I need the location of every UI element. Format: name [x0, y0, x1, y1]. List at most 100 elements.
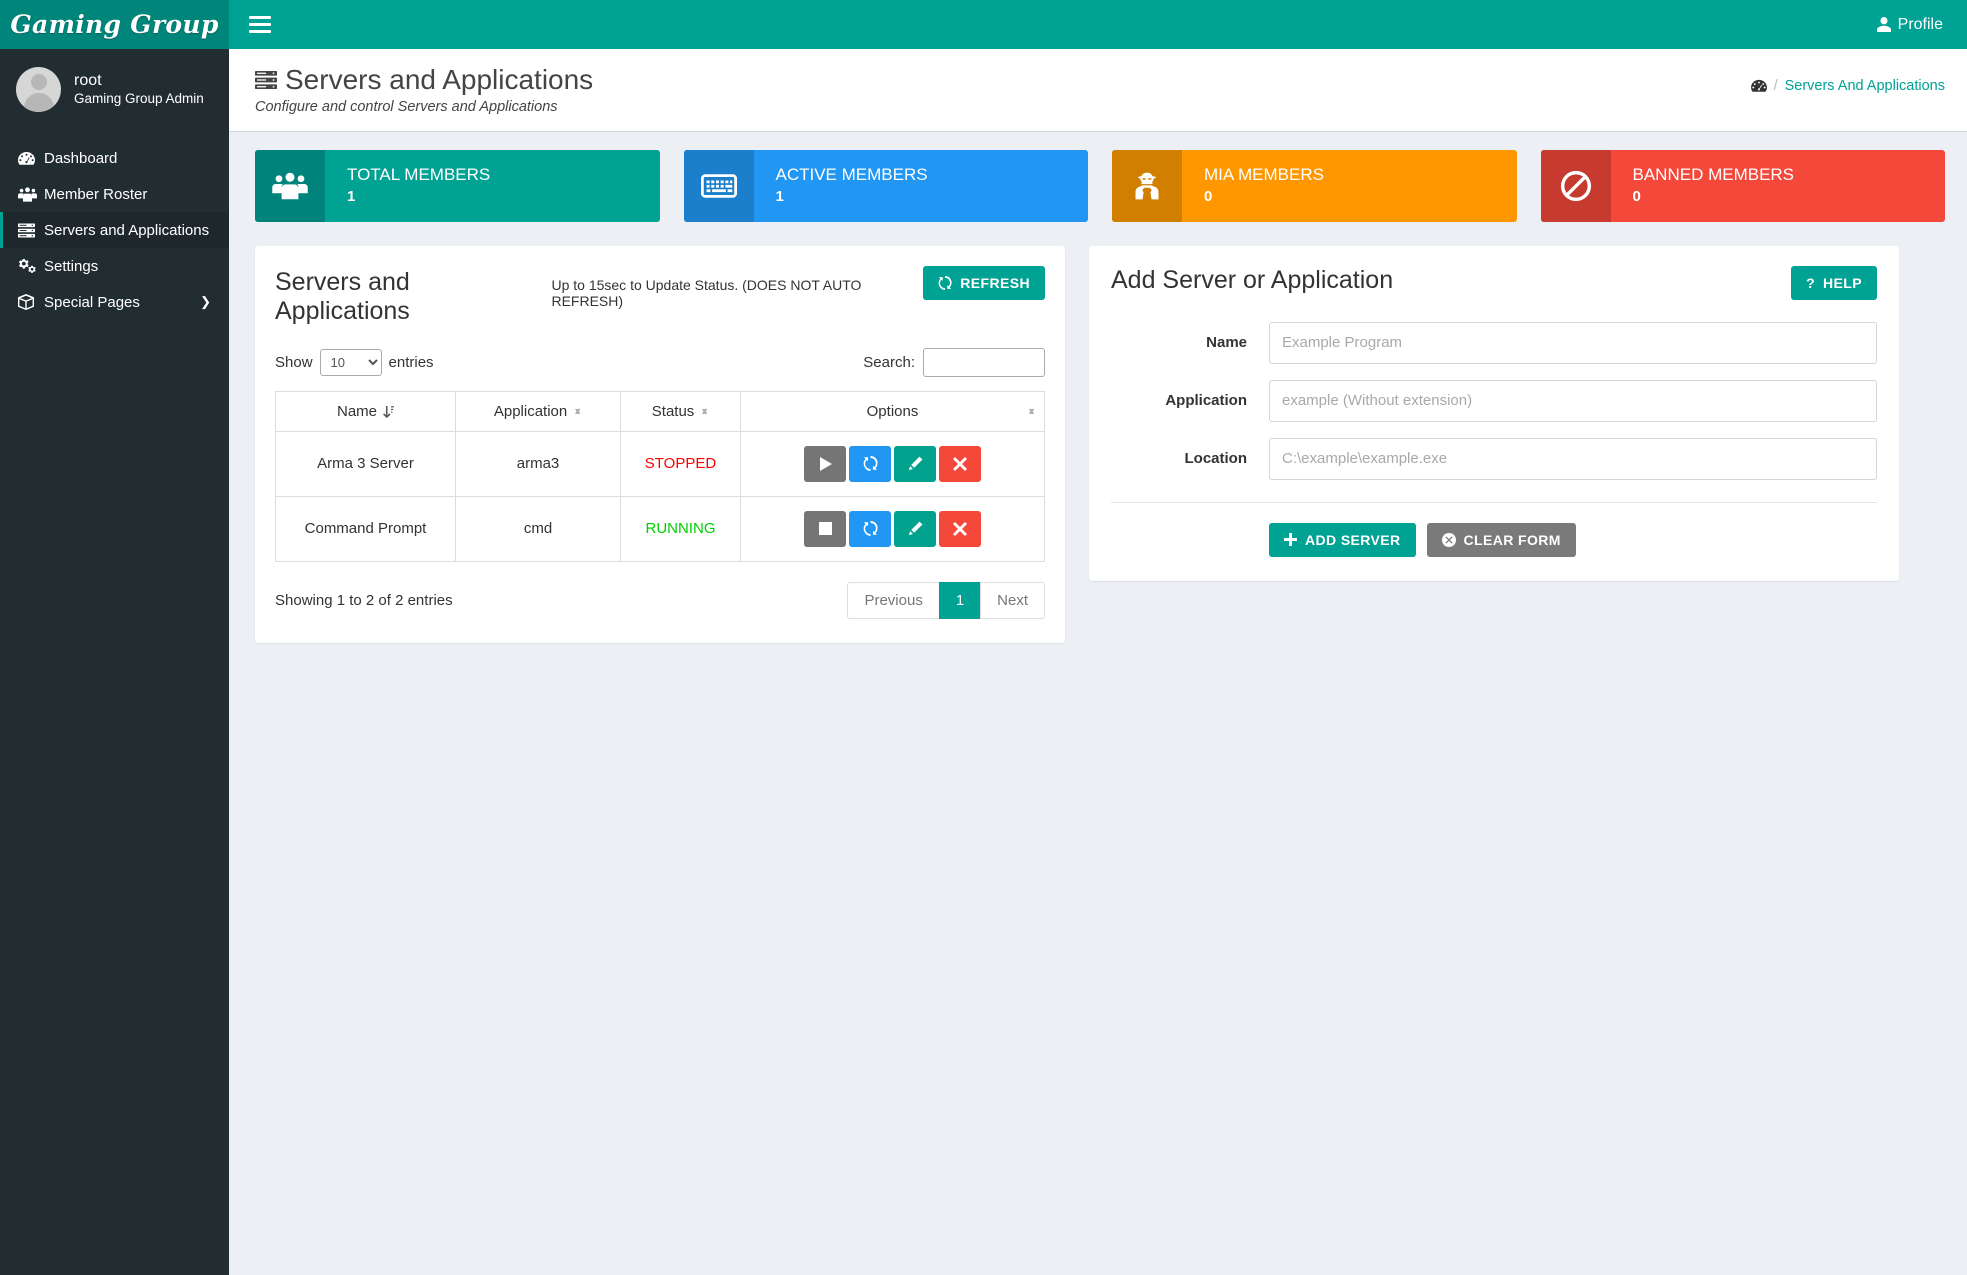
column-header-status[interactable]: Status ▲▼: [621, 391, 741, 431]
stat-card-total-members[interactable]: TOTAL MEMBERS 1: [255, 150, 660, 222]
sidebar-user-name: root: [74, 71, 204, 91]
pagination-previous[interactable]: Previous: [847, 582, 939, 619]
stat-card-body: ACTIVE MEMBERS 1: [754, 150, 928, 222]
help-button[interactable]: ? HELP: [1791, 266, 1877, 300]
servers-table: Name Application ▲▼: [275, 391, 1045, 562]
breadcrumb-separator: /: [1774, 78, 1778, 94]
table-row: Arma 3 Server arma3 STOPPED: [276, 431, 1045, 496]
application-input[interactable]: [1269, 380, 1877, 422]
cell-application: cmd: [456, 496, 621, 561]
form-row-location: Location: [1111, 438, 1877, 480]
form-row-application: Application: [1111, 380, 1877, 422]
sidebar-user-panel[interactable]: root Gaming Group Admin: [0, 49, 229, 130]
cell-status: RUNNING: [621, 496, 741, 561]
column-header-label: Application: [494, 403, 567, 420]
entries-per-page-select[interactable]: 10: [320, 349, 382, 376]
stat-card-value: 1: [776, 187, 928, 207]
sidebar-item-label: Special Pages: [44, 294, 140, 311]
topbar: Profile: [229, 0, 1967, 49]
breadcrumb: / Servers And Applications: [1751, 78, 1945, 94]
clear-form-label: CLEAR FORM: [1464, 532, 1561, 548]
stat-card-mia-members[interactable]: MIA MEMBERS 0: [1112, 150, 1517, 222]
servers-panel-title: Servers and Applications: [275, 268, 540, 326]
user-secret-icon: [1112, 150, 1182, 222]
app-root: Gaming Group root Gaming Group Admin Das…: [0, 0, 1967, 1275]
breadcrumb-current[interactable]: Servers And Applications: [1785, 78, 1945, 94]
brand-logo[interactable]: Gaming Group: [0, 0, 229, 49]
dashboard-icon: [18, 151, 44, 166]
stat-card-banned-members[interactable]: BANNED MEMBERS 0: [1541, 150, 1946, 222]
datatable-controls: Show 10 entries Search:: [275, 348, 1045, 377]
sidebar-item-special-pages[interactable]: Special Pages ❯: [0, 284, 229, 320]
stat-card-title: BANNED MEMBERS: [1633, 164, 1795, 187]
search-label: Search:: [863, 354, 915, 371]
sidebar-item-servers-and-applications[interactable]: Servers and Applications: [0, 212, 229, 248]
dashboard-icon[interactable]: [1751, 79, 1767, 93]
avatar: [16, 67, 61, 112]
delete-server-button[interactable]: [939, 446, 981, 482]
page-header-left: Servers and Applications Configure and c…: [255, 65, 593, 115]
form-label-name: Name: [1111, 334, 1269, 351]
sidebar-item-dashboard[interactable]: Dashboard: [0, 140, 229, 176]
status-badge: STOPPED: [645, 455, 716, 472]
edit-server-button[interactable]: [894, 446, 936, 482]
sidebar-item-member-roster[interactable]: Member Roster: [0, 176, 229, 212]
form-label-location: Location: [1111, 450, 1269, 467]
cell-options: [741, 431, 1045, 496]
pencil-icon: [908, 456, 923, 471]
cell-options: [741, 496, 1045, 561]
page-body: TOTAL MEMBERS 1 ACTIVE MEMBERS 1: [229, 132, 1967, 1275]
stat-card-body: BANNED MEMBERS 0: [1611, 150, 1795, 222]
form-label-application: Application: [1111, 392, 1269, 409]
search-input[interactable]: [923, 348, 1045, 377]
row-action-group: [804, 446, 981, 482]
sidebar-user-role: Gaming Group Admin: [74, 91, 204, 108]
start-server-button[interactable]: [804, 446, 846, 482]
column-header-options[interactable]: Options ▲▼: [741, 391, 1045, 431]
sidebar-item-label: Member Roster: [44, 186, 147, 203]
pagination-next[interactable]: Next: [980, 582, 1045, 619]
restart-server-button[interactable]: [849, 446, 891, 482]
sidebar-item-label: Settings: [44, 258, 98, 275]
column-header-label: Name: [337, 403, 377, 420]
servers-table-head: Name Application ▲▼: [276, 391, 1045, 431]
sidebar-item-settings[interactable]: Settings: [0, 248, 229, 284]
ban-icon: [1541, 150, 1611, 222]
cell-name: Arma 3 Server: [276, 431, 456, 496]
length-suffix: entries: [389, 354, 434, 371]
column-header-application[interactable]: Application ▲▼: [456, 391, 621, 431]
profile-button[interactable]: Profile: [1877, 16, 1949, 34]
cell-status: STOPPED: [621, 431, 741, 496]
sidebar-item-label: Servers and Applications: [44, 222, 209, 239]
delete-server-button[interactable]: [939, 511, 981, 547]
datatable-filter: Search:: [863, 348, 1045, 377]
column-header-name[interactable]: Name: [276, 391, 456, 431]
hamburger-icon[interactable]: [249, 16, 271, 33]
help-label: HELP: [1823, 275, 1862, 291]
edit-server-button[interactable]: [894, 511, 936, 547]
form-divider: [1111, 502, 1877, 503]
refresh-button[interactable]: REFRESH: [923, 266, 1045, 300]
pencil-icon: [908, 521, 923, 536]
chevron-right-icon: ❯: [200, 294, 211, 310]
add-server-panel-header: Add Server or Application ? HELP: [1111, 266, 1877, 300]
servers-panel-note: Up to 15sec to Update Status. (DOES NOT …: [551, 277, 923, 309]
length-prefix: Show: [275, 354, 313, 371]
clear-form-button[interactable]: CLEAR FORM: [1427, 523, 1576, 557]
restart-server-button[interactable]: [849, 511, 891, 547]
stat-card-active-members[interactable]: ACTIVE MEMBERS 1: [684, 150, 1089, 222]
pagination-page-1[interactable]: 1: [939, 582, 981, 619]
stop-server-button[interactable]: [804, 511, 846, 547]
stat-card-body: MIA MEMBERS 0: [1182, 150, 1324, 222]
name-input[interactable]: [1269, 322, 1877, 364]
location-input[interactable]: [1269, 438, 1877, 480]
refresh-label: REFRESH: [960, 275, 1030, 291]
add-server-label: ADD SERVER: [1305, 532, 1401, 548]
cube-icon: [18, 294, 44, 310]
refresh-icon: [938, 276, 952, 290]
row-action-group: [804, 511, 981, 547]
cell-application: arma3: [456, 431, 621, 496]
column-header-label: Options: [867, 403, 919, 420]
add-server-button[interactable]: ADD SERVER: [1269, 523, 1416, 557]
datatable-info: Showing 1 to 2 of 2 entries: [275, 592, 453, 609]
